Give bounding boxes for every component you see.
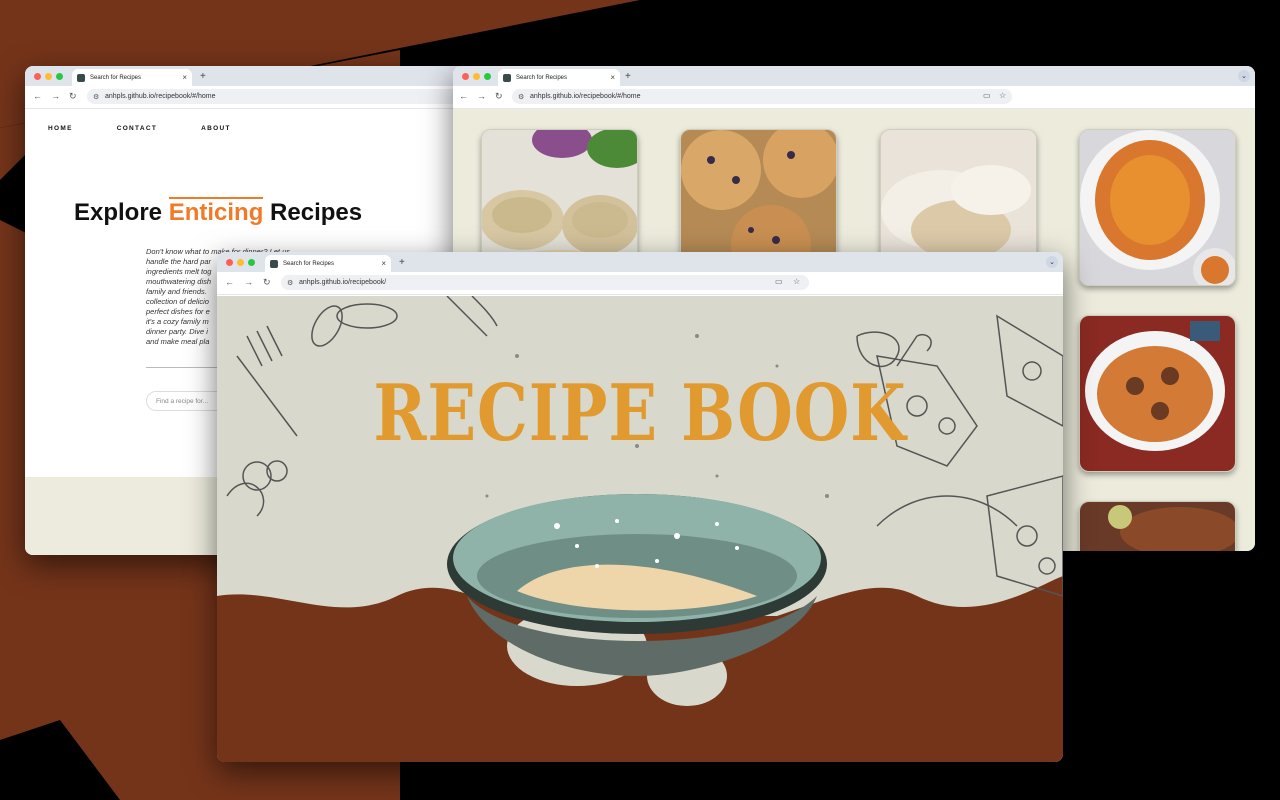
reload-icon[interactable]: ↻ [263, 277, 271, 288]
recipe-card-pasta-meatballs[interactable] [1079, 315, 1236, 472]
tab-title: Search for Recipes [90, 74, 142, 81]
reload-icon[interactable]: ↻ [69, 91, 77, 102]
close-icon[interactable]: × [182, 73, 187, 82]
window-controls[interactable] [34, 73, 63, 80]
maximize-window-button[interactable] [484, 73, 491, 80]
browser-toolbar: ← → ↻ ⚙ anhpls.github.io/recipebook/#/ho… [453, 86, 1255, 109]
tab-title: Search for Recipes [516, 74, 568, 81]
hero-title-highlight: Enticing [168, 197, 264, 226]
maximize-window-button[interactable] [248, 259, 255, 266]
window-controls[interactable] [462, 73, 491, 80]
url-text: anhpls.github.io/recipebook/#/home [105, 93, 216, 100]
minimize-window-button[interactable] [473, 73, 480, 80]
hero-title-suffix: Recipes [263, 199, 363, 226]
tab-search-for-recipes[interactable]: Search for Recipes × [265, 255, 391, 272]
address-bar[interactable]: ⚙ anhpls.github.io/recipebook/#/home [512, 89, 1012, 104]
recipe-image [1080, 316, 1235, 471]
chevron-down-icon[interactable]: ⌄ [1046, 256, 1058, 268]
recipe-card-grilled-meat[interactable] [1079, 501, 1236, 551]
address-bar[interactable]: ⚙ anhpls.github.io/recipebook/#/home [87, 89, 465, 104]
tab-bar: Search for Recipes × + ⌄ [453, 66, 1255, 86]
chevron-down-icon[interactable]: ⌄ [1238, 70, 1250, 82]
star-icon[interactable]: ☆ [793, 277, 800, 286]
tab-search-for-recipes[interactable]: Search for Recipes × [72, 69, 192, 86]
close-window-button[interactable] [34, 73, 41, 80]
tune-icon[interactable]: ⚙ [518, 93, 524, 101]
url-text: anhpls.github.io/recipebook/ [299, 279, 387, 286]
top-nav: HOME CONTACT ABOUT [48, 125, 275, 132]
forward-icon[interactable]: → [477, 91, 486, 101]
tab-title: Search for Recipes [283, 260, 335, 267]
close-icon[interactable]: × [381, 259, 386, 268]
close-window-button[interactable] [226, 259, 233, 266]
tune-icon[interactable]: ⚙ [93, 93, 99, 101]
hero-title-prefix: Explore [74, 199, 169, 226]
back-icon[interactable]: ← [459, 91, 468, 101]
nav-contact[interactable]: CONTACT [117, 125, 157, 132]
maximize-window-button[interactable] [56, 73, 63, 80]
cast-icon[interactable]: ▭ [775, 277, 783, 286]
tab-bar: Search for Recipes × + ⌄ [217, 252, 1063, 272]
forward-icon[interactable]: → [51, 91, 60, 101]
plus-icon[interactable]: + [625, 71, 631, 82]
url-text: anhpls.github.io/recipebook/#/home [530, 93, 641, 100]
recipe-image [1080, 502, 1235, 551]
browser-toolbar: ← → ↻ ⚙ anhpls.github.io/recipebook/ ▭ ☆ [217, 272, 1063, 295]
star-icon[interactable]: ☆ [999, 91, 1006, 100]
window-controls[interactable] [226, 259, 255, 266]
page-title: RECIPE BOOK [373, 368, 907, 459]
cast-icon[interactable]: ▭ [983, 91, 991, 100]
tune-icon[interactable]: ⚙ [287, 279, 293, 287]
minimize-window-button[interactable] [45, 73, 52, 80]
nav-about[interactable]: ABOUT [201, 125, 231, 132]
hero-title: Explore Enticing Recipes [74, 197, 363, 227]
favicon-icon [503, 73, 511, 82]
plus-icon[interactable]: + [200, 71, 206, 82]
back-icon[interactable]: ← [225, 277, 234, 287]
food-doodle-illustration [217, 296, 1063, 762]
browser-toolbar: ← → ↻ ⚙ anhpls.github.io/recipebook/#/ho… [25, 86, 465, 109]
close-window-button[interactable] [462, 73, 469, 80]
back-icon[interactable]: ← [33, 91, 42, 101]
recipe-image [1080, 130, 1235, 285]
favicon-icon [77, 73, 85, 82]
landing-page: RECIPE BOOK [217, 296, 1063, 762]
nav-home[interactable]: HOME [48, 125, 73, 132]
favicon-icon [270, 259, 278, 268]
minimize-window-button[interactable] [237, 259, 244, 266]
tab-search-for-recipes[interactable]: Search for Recipes × [498, 69, 620, 86]
reload-icon[interactable]: ↻ [495, 91, 503, 102]
recipe-card-spaghetti[interactable] [1079, 129, 1236, 286]
browser-window-landing: Search for Recipes × + ⌄ ← → ↻ ⚙ anhpls.… [217, 252, 1063, 762]
address-bar[interactable]: ⚙ anhpls.github.io/recipebook/ [281, 275, 809, 290]
tab-bar: Search for Recipes × + [25, 66, 465, 86]
close-icon[interactable]: × [610, 73, 615, 82]
forward-icon[interactable]: → [244, 277, 253, 287]
plus-icon[interactable]: + [399, 257, 405, 268]
